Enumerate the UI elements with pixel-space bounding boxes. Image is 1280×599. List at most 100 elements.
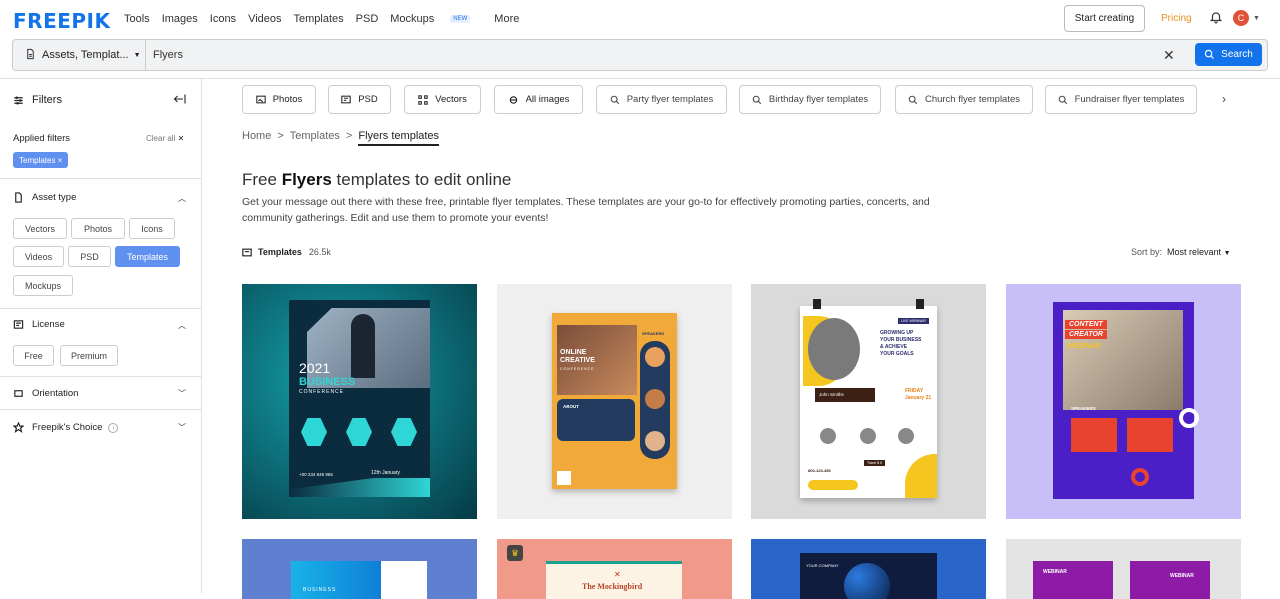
search-icon xyxy=(610,95,620,105)
license-header[interactable]: License xyxy=(13,319,65,330)
asset-videos[interactable]: Videos xyxy=(13,246,64,267)
nav-tools[interactable]: Tools xyxy=(124,13,150,25)
flyer-footer-bar xyxy=(808,480,858,490)
chevron-down-icon: ▼ xyxy=(133,51,141,59)
avatar[interactable]: C xyxy=(1233,10,1249,26)
search-input[interactable] xyxy=(153,41,1153,69)
pricing-link[interactable]: Pricing xyxy=(1161,13,1192,24)
binder-clip xyxy=(813,299,821,309)
orientation-icon xyxy=(14,390,23,397)
speakers-column xyxy=(640,341,670,459)
suggestion-church-flyer[interactable]: Church flyer templates xyxy=(895,85,1033,114)
suggestion-birthday-flyer[interactable]: Birthday flyer templates xyxy=(739,85,881,114)
flyer-company: YOUR COMPANY xyxy=(806,563,839,568)
speaker-photo xyxy=(645,347,665,367)
tag-photos[interactable]: Photos xyxy=(242,85,316,114)
template-card-live-webinar[interactable]: LIVE WEBINAR GROWING UP YOUR BUSINESS & AC… xyxy=(751,284,986,519)
asset-type-header[interactable]: Asset type xyxy=(13,192,76,203)
nav-images[interactable]: Images xyxy=(162,13,198,25)
chevron-down-icon[interactable]: ﹀ xyxy=(178,388,186,399)
license-free[interactable]: Free xyxy=(13,345,54,366)
freepiks-choice-header[interactable]: Freepik's Choice i xyxy=(13,422,119,433)
search-icon xyxy=(908,95,918,105)
chevron-right-icon[interactable]: › xyxy=(1222,92,1226,106)
search-icon xyxy=(1204,49,1215,60)
info-icon[interactable]: i xyxy=(108,422,119,433)
divider xyxy=(0,376,202,377)
nav-psd[interactable]: PSD xyxy=(356,13,379,25)
template-card-mockingbird[interactable]: ✕ The Mockingbird xyxy=(497,539,732,599)
nav-icons[interactable]: Icons xyxy=(210,13,236,25)
nav-templates[interactable]: Templates xyxy=(294,13,344,25)
flyer-title: The Mockingbird xyxy=(582,582,643,591)
freepik-logo[interactable]: FREEPIK xyxy=(13,9,110,33)
start-creating-button[interactable]: Start creating xyxy=(1064,5,1145,32)
flyer-speakers-label: SPEAKERS xyxy=(1071,406,1096,411)
nav-mockups[interactable]: Mockups NEW xyxy=(390,13,482,25)
breadcrumb-current[interactable]: Flyers templates xyxy=(358,130,440,146)
bell-icon[interactable] xyxy=(1209,10,1225,26)
asset-photos[interactable]: Photos xyxy=(71,218,125,239)
nav-more[interactable]: More xyxy=(494,13,519,25)
breadcrumb-templates[interactable]: Templates xyxy=(290,130,340,146)
flyer-year: 2021 xyxy=(299,360,331,376)
flyer-ring xyxy=(1179,408,1199,428)
suggestion-party-flyer[interactable]: Party flyer templates xyxy=(596,85,727,114)
filters-title: Filters xyxy=(13,94,62,106)
nav-videos[interactable]: Videos xyxy=(248,13,281,25)
search-button[interactable]: Search xyxy=(1195,43,1262,66)
sort-dropdown[interactable]: Sort by: Most relevant ▼ xyxy=(1131,247,1231,257)
flyer-poster: ONLINE CREATIVE CONFERENCE SPEAKERS ABOU… xyxy=(552,313,677,489)
asset-templates[interactable]: Templates xyxy=(115,246,180,267)
clear-all-button[interactable]: Clear all ✕ xyxy=(146,134,184,143)
crown-icon: ♛ xyxy=(507,545,523,561)
collapse-sidebar-icon[interactable] xyxy=(173,93,186,108)
chevron-up-icon[interactable]: ︿ xyxy=(178,320,186,331)
chevron-down-icon[interactable]: ﹀ xyxy=(178,422,186,433)
flyer-subtitle: CONFERENCE xyxy=(560,367,595,371)
template-card-content-creator[interactable]: CONTENT CREATOR WEBINAR SPEAKERS xyxy=(1006,284,1241,519)
suggestion-fundraiser-flyer[interactable]: Fundraiser flyer templates xyxy=(1045,85,1197,114)
search-bar: Assets, Templat... ▼ ✕ Search xyxy=(12,39,1268,71)
flyer-subtitle: CONFERENCE xyxy=(299,389,345,395)
speaker-photo xyxy=(645,389,665,409)
search-type-dropdown[interactable]: Assets, Templat... ▼ xyxy=(25,40,141,70)
flyer-poster: YOUR COMPANY xyxy=(800,553,937,599)
filters-sidebar: Filters Applied filters Clear all ✕ Temp… xyxy=(0,79,202,593)
page-description: Get your message out there with these fr… xyxy=(242,196,930,224)
template-card-webinar-purple[interactable]: WEBINAR WEBINAR xyxy=(1006,539,1241,599)
chevron-down-icon[interactable]: ▼ xyxy=(1253,15,1260,22)
speaker-name-bar: John Smiths xyxy=(815,388,875,402)
template-card-business-conference[interactable]: 2021 BUSINESS CONFERENCE 12th January +0… xyxy=(242,284,477,519)
asset-psd[interactable]: PSD xyxy=(68,246,111,267)
flyer-title-1: CONTENT xyxy=(1065,320,1107,329)
tag-psd[interactable]: PSD xyxy=(328,85,391,114)
tag-all-images[interactable]: All images xyxy=(494,85,583,114)
flyer-headline: GROWING UP YOUR BUSINESS & ACHIEVE YOUR GOA… xyxy=(880,330,922,357)
close-icon: × xyxy=(57,155,63,165)
applied-chip-templates[interactable]: Templates × xyxy=(13,152,69,168)
flyer-date: 12th January xyxy=(371,470,400,476)
breadcrumb: Home > Templates > Flyers templates xyxy=(242,130,445,146)
divider xyxy=(0,178,202,179)
flyer-poster: LIVE WEBINAR GROWING UP YOUR BUSINESS & AC… xyxy=(800,306,937,498)
template-card-online-creative[interactable]: ONLINE CREATIVE CONFERENCE SPEAKERS ABOU… xyxy=(497,284,732,519)
orientation-header[interactable]: Orientation xyxy=(13,388,78,399)
speaker-photo xyxy=(645,431,665,451)
about-box: ABOUT xyxy=(557,399,635,441)
breadcrumb-home[interactable]: Home xyxy=(242,130,271,146)
license-premium[interactable]: Premium xyxy=(60,345,118,366)
asset-icons[interactable]: Icons xyxy=(129,218,175,239)
asset-mockups[interactable]: Mockups xyxy=(13,275,73,296)
top-navigation: FREEPIK Tools Images Icons Videos Templa… xyxy=(0,0,1280,38)
divider xyxy=(0,308,202,309)
close-icon[interactable]: ✕ xyxy=(1163,47,1175,64)
chevron-up-icon[interactable]: ︿ xyxy=(178,193,186,204)
asset-vectors[interactable]: Vectors xyxy=(13,218,67,239)
template-card-business-blue[interactable]: BUSINESS xyxy=(242,539,477,599)
template-card-your-company[interactable]: YOUR COMPANY xyxy=(751,539,986,599)
flyer-title-3: WEBINAR xyxy=(1067,343,1101,350)
flyer-ring xyxy=(1131,468,1149,486)
tag-vectors[interactable]: Vectors xyxy=(404,85,481,114)
file-icon xyxy=(15,192,22,203)
